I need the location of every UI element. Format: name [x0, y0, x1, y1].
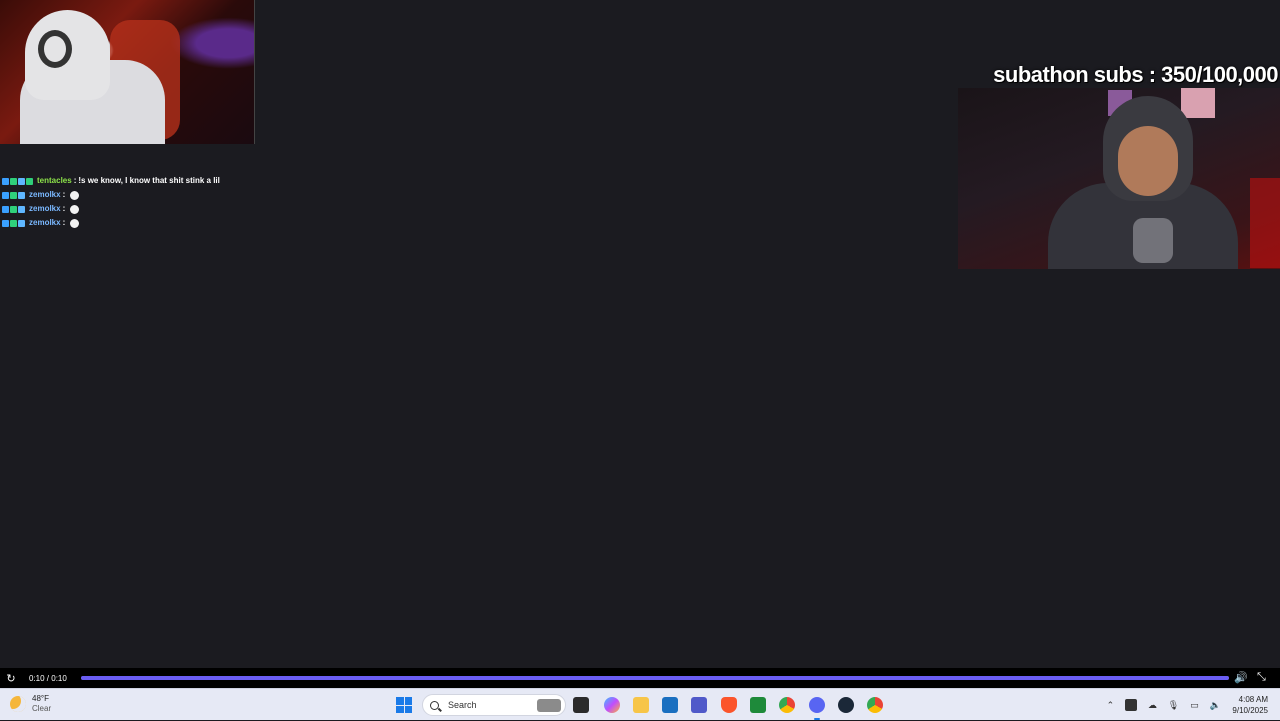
- seek-bar[interactable]: [81, 676, 1229, 680]
- chat-username: zemolkx: [29, 218, 61, 227]
- store-icon[interactable]: [662, 697, 678, 713]
- app-tray-icon[interactable]: [1125, 699, 1138, 711]
- chat-badges: [2, 219, 25, 227]
- stream-viewport: tentacles : !s we know, I know that shit…: [0, 0, 1280, 668]
- windows-taskbar: 48°F Clear Search ⌃ ☁ 🎙 ▭ 🔈 4:08 AM 9/10…: [0, 688, 1280, 720]
- weather-condition: Clear: [32, 704, 52, 713]
- weather-widget[interactable]: 48°F Clear: [10, 694, 51, 714]
- headphones: [38, 30, 72, 68]
- brave-icon[interactable]: [721, 697, 737, 713]
- chat-separator: :: [62, 204, 66, 213]
- clock-time: 4:08 AM: [1238, 695, 1268, 704]
- search-placeholder: Search: [448, 700, 477, 710]
- search-icon: [430, 700, 439, 710]
- chat-username: tentacles: [37, 176, 72, 185]
- chevron-up-icon[interactable]: ⌃: [1104, 699, 1116, 711]
- file-explorer-icon[interactable]: [633, 697, 649, 713]
- speaker-icon[interactable]: 🔈: [1209, 699, 1221, 711]
- emote-icon: [70, 218, 80, 228]
- exit-fullscreen-icon[interactable]: ⤡: [1257, 671, 1266, 684]
- streamer-face: [1118, 126, 1178, 196]
- emote-icon: [70, 190, 80, 200]
- chrome-icon-2[interactable]: [867, 697, 883, 713]
- microphone-icon[interactable]: 🎙: [1167, 699, 1179, 711]
- onedrive-icon[interactable]: ☁: [1146, 699, 1158, 711]
- chat-message: zemolkx :: [2, 188, 220, 202]
- discord-icon[interactable]: [809, 697, 825, 713]
- network-icon[interactable]: ▭: [1188, 699, 1200, 711]
- chat-username: zemolkx: [29, 190, 61, 199]
- chat-separator: :: [62, 190, 66, 199]
- search-box[interactable]: Search: [422, 694, 566, 716]
- system-tray: ⌃ ☁ 🎙 ▭ 🔈 4:08 AM 9/10/2025: [1104, 689, 1280, 721]
- chat-badges: [2, 177, 33, 185]
- chat-username: zemolkx: [29, 204, 61, 213]
- android-icon[interactable]: [750, 697, 766, 713]
- hoodie-print: [1133, 218, 1173, 263]
- chat-message: tentacles : !s we know, I know that shit…: [2, 174, 220, 188]
- red-light: [1250, 178, 1280, 268]
- emote-icon: [70, 204, 80, 214]
- chat-separator: :: [62, 218, 66, 227]
- chat-overlay: tentacles : !s we know, I know that shit…: [2, 174, 220, 230]
- copilot-icon[interactable]: [604, 697, 620, 713]
- wall-poster: [1181, 88, 1215, 118]
- steam-icon[interactable]: [838, 697, 854, 713]
- webcam-right: [958, 88, 1280, 269]
- chat-badges: [2, 191, 25, 199]
- start-button[interactable]: [396, 697, 412, 713]
- chat-message: zemolkx :: [2, 216, 220, 230]
- chat-text: !s we know, I know that shit stink a lil: [78, 176, 220, 185]
- task-view-icon[interactable]: [573, 697, 589, 713]
- replay-icon[interactable]: ↻: [1, 672, 21, 685]
- system-clock[interactable]: 4:08 AM 9/10/2025: [1232, 694, 1268, 716]
- moon-icon: [10, 696, 26, 712]
- volume-icon[interactable]: 🔊: [1234, 671, 1248, 684]
- weather-temp: 48°F: [32, 694, 49, 703]
- chat-badges: [2, 205, 25, 213]
- chrome-icon[interactable]: [779, 697, 795, 713]
- playback-time: 0:10 / 0:10: [29, 673, 67, 683]
- seek-bar-progress: [81, 676, 1229, 680]
- webcam-left: [0, 0, 255, 144]
- chat-separator: :: [73, 176, 77, 185]
- clock-date: 9/10/2025: [1232, 706, 1268, 715]
- teams-icon[interactable]: [691, 697, 707, 713]
- video-player-controls: ↻ 0:10 / 0:10 🔊 ⤡: [0, 668, 1280, 688]
- chat-message: zemolkx :: [2, 202, 220, 216]
- subathon-counter: subathon subs : 350/100,000: [993, 62, 1278, 87]
- search-highlight-icon: [537, 699, 561, 712]
